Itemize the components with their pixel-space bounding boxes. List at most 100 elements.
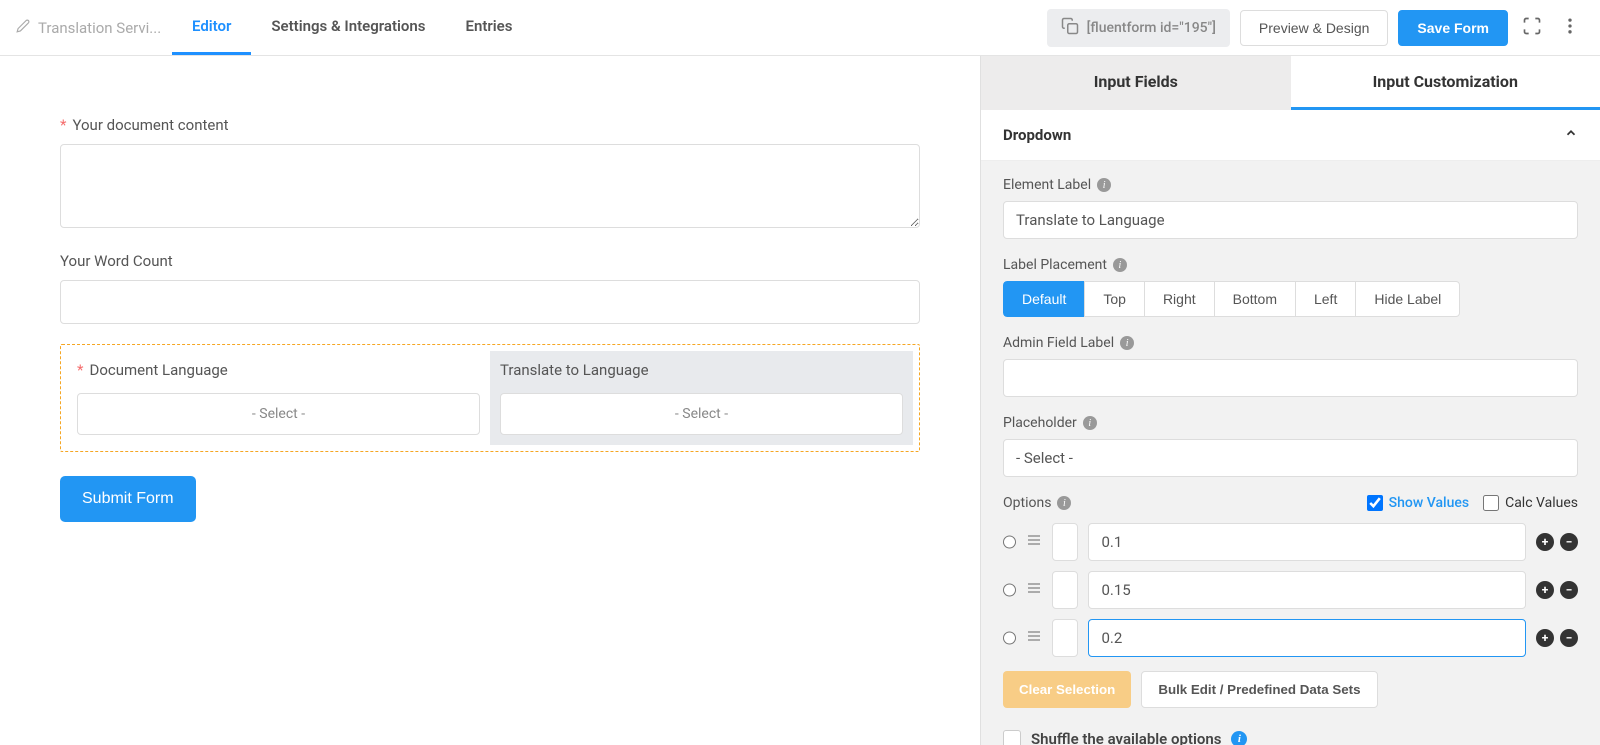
drag-handle-icon[interactable] [1026,532,1042,552]
input-placeholder[interactable] [1003,439,1578,477]
copy-icon [1061,17,1079,39]
placement-left[interactable]: Left [1295,281,1356,317]
setting-placeholder: Placeholder i [1003,415,1578,477]
options-label: Options i [1003,495,1071,511]
tab-entries[interactable]: Entries [445,0,532,55]
bulk-edit-button[interactable]: Bulk Edit / Predefined Data Sets [1141,671,1377,708]
info-icon[interactable]: i [1057,496,1071,510]
two-column-container[interactable]: *Document Language - Select - Translate … [60,344,920,452]
option-value-input[interactable] [1088,619,1526,657]
setting-element-label: Element Label i [1003,177,1578,239]
add-option-icon[interactable]: + [1536,581,1554,599]
info-icon[interactable]: i [1231,731,1247,745]
checkbox-show-values-input[interactable] [1367,495,1383,511]
input-admin-label[interactable] [1003,359,1578,397]
checkbox-show-values[interactable]: Show Values [1367,495,1469,511]
option-radio[interactable] [1003,581,1016,599]
option-row: + − [1003,571,1578,609]
input-word-count[interactable] [60,280,920,324]
label-document-content: *Your document content [60,116,920,134]
chevron-up-icon [1564,126,1578,144]
preview-button[interactable]: Preview & Design [1240,10,1389,46]
option-label-input[interactable] [1052,523,1078,561]
sidebar-tab-customization[interactable]: Input Customization [1291,56,1600,110]
add-option-icon[interactable]: + [1536,629,1554,647]
main-area: *Your document content Your Word Count *… [0,56,1600,745]
btn-group-placement: Default Top Right Bottom Left Hide Label [1003,281,1578,317]
tab-settings[interactable]: Settings & Integrations [251,0,445,55]
input-element-label[interactable] [1003,201,1578,239]
app-header: Translation Servi... Editor Settings & I… [0,0,1600,56]
option-radio[interactable] [1003,533,1016,551]
label-admin-field: Admin Field Label i [1003,335,1578,351]
select-document-language[interactable]: - Select - [77,393,480,435]
checkbox-box[interactable] [1003,730,1021,745]
form-title[interactable]: Translation Servi... [4,19,164,37]
shuffle-label: Shuffle the available options [1031,730,1221,745]
drag-handle-icon[interactable] [1026,580,1042,600]
info-icon[interactable]: i [1113,258,1127,272]
placement-top[interactable]: Top [1084,281,1145,317]
placement-right[interactable]: Right [1144,281,1215,317]
textarea-document-content[interactable] [60,144,920,228]
option-row: + − [1003,523,1578,561]
placement-default[interactable]: Default [1003,281,1085,317]
panel-title: Dropdown [1003,126,1071,144]
remove-option-icon[interactable]: − [1560,533,1578,551]
label-placement-label: Label Placement i [1003,257,1578,273]
form-title-text: Translation Servi... [38,19,161,37]
checkbox-shuffle[interactable]: Shuffle the available options i [1003,730,1578,745]
tab-editor[interactable]: Editor [172,0,251,55]
clear-selection-button[interactable]: Clear Selection [1003,671,1131,708]
option-actions: + − [1536,533,1578,551]
label-translate-language: Translate to Language [500,361,903,379]
checkbox-calc-values[interactable]: Calc Values [1483,495,1578,511]
column-document-language[interactable]: *Document Language - Select - [67,351,490,445]
header-right: [fluentform id="195"] Preview & Design S… [1047,9,1584,47]
sidebar-tab-fields[interactable]: Input Fields [981,56,1291,110]
label-word-count: Your Word Count [60,252,920,270]
label-placeholder: Placeholder i [1003,415,1578,431]
label-document-language: *Document Language [77,361,480,379]
panel-header[interactable]: Dropdown [981,110,1600,161]
field-word-count[interactable]: Your Word Count [60,252,920,324]
save-button[interactable]: Save Form [1398,10,1508,46]
info-icon[interactable]: i [1120,336,1134,350]
remove-option-icon[interactable]: − [1560,629,1578,647]
sidebar-tabs: Input Fields Input Customization [981,56,1600,110]
header-left: Translation Servi... Editor Settings & I… [4,0,532,55]
option-value-input[interactable] [1088,523,1526,561]
submit-button[interactable]: Submit Form [60,476,196,522]
label-element-label: Element Label i [1003,177,1578,193]
option-value-input[interactable] [1088,571,1526,609]
option-label-input[interactable] [1052,619,1078,657]
option-label-input[interactable] [1052,571,1078,609]
nav-tabs: Editor Settings & Integrations Entries [172,0,532,55]
add-option-icon[interactable]: + [1536,533,1554,551]
option-actions: + − [1536,581,1578,599]
shortcode-badge[interactable]: [fluentform id="195"] [1047,9,1230,47]
remove-option-icon[interactable]: − [1560,581,1578,599]
panel-body: Element Label i Label Placement i Defaul… [981,161,1600,745]
form-canvas: *Your document content Your Word Count *… [0,56,980,745]
option-radio[interactable] [1003,629,1016,647]
column-translate-language[interactable]: Translate to Language - Select - [490,351,913,445]
drag-handle-icon[interactable] [1026,628,1042,648]
field-document-content[interactable]: *Your document content [60,116,920,232]
setting-admin-label: Admin Field Label i [1003,335,1578,397]
expand-icon[interactable] [1518,12,1546,44]
options-toggles: Show Values Calc Values [1367,495,1578,511]
placement-hide[interactable]: Hide Label [1355,281,1460,317]
option-row: + − [1003,619,1578,657]
setting-label-placement: Label Placement i Default Top Right Bott… [1003,257,1578,317]
info-icon[interactable]: i [1083,416,1097,430]
checkbox-calc-values-input[interactable] [1483,495,1499,511]
option-actions: + − [1536,629,1578,647]
more-icon[interactable] [1556,12,1584,44]
shortcode-text: [fluentform id="195"] [1087,20,1216,36]
select-translate-language[interactable]: - Select - [500,393,903,435]
placement-bottom[interactable]: Bottom [1214,281,1296,317]
info-icon[interactable]: i [1097,178,1111,192]
option-footer: Clear Selection Bulk Edit / Predefined D… [1003,671,1578,708]
pencil-icon [16,19,30,37]
